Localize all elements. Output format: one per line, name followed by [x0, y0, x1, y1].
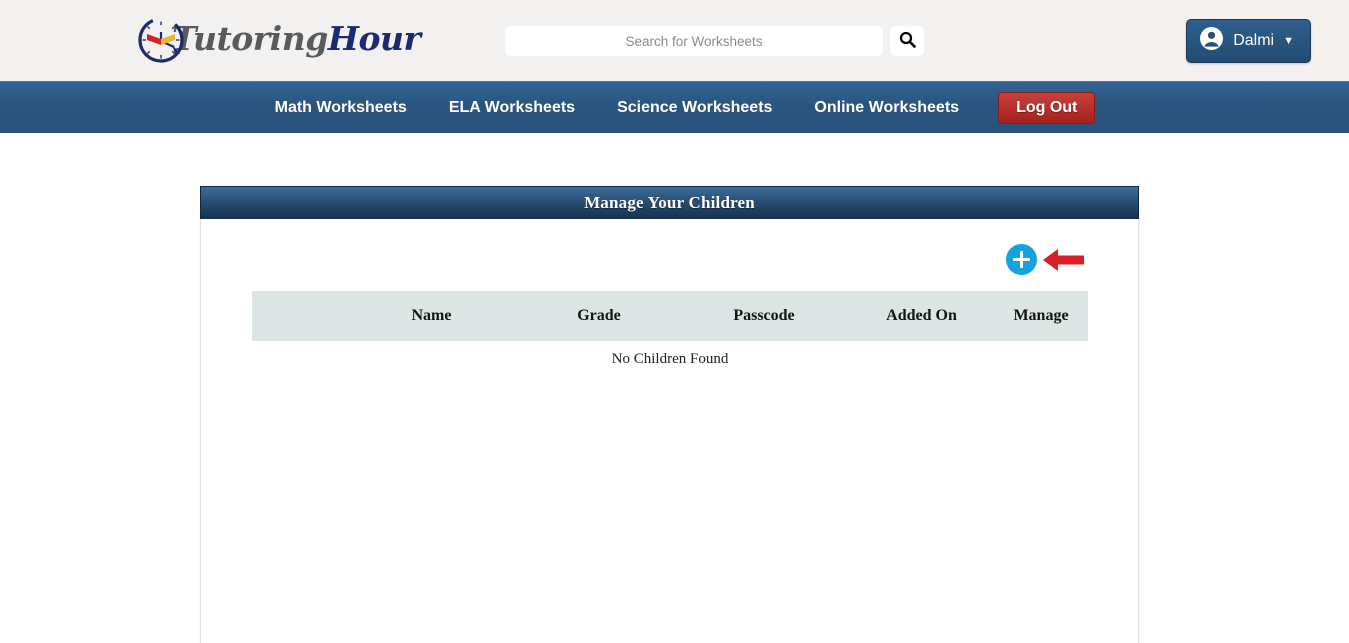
- table-header-added-on: Added On: [849, 291, 994, 341]
- table-header-grade: Grade: [519, 291, 679, 341]
- nav-item-math-worksheets[interactable]: Math Worksheets: [254, 82, 428, 134]
- account-name: Dalmi: [1233, 32, 1275, 49]
- main-navigation: Math Worksheets ELA Worksheets Science W…: [0, 81, 1349, 133]
- left-arrow-icon: [1041, 246, 1086, 274]
- nav-item-science-worksheets[interactable]: Science Worksheets: [596, 82, 793, 134]
- site-logo[interactable]: TutoringHour: [136, 12, 421, 68]
- site-header: TutoringHour Dalmi ▼: [0, 0, 1349, 81]
- logout-button[interactable]: Log Out: [998, 91, 1096, 124]
- panel-body: Name Grade Passcode Added On Manage No C…: [200, 219, 1139, 643]
- logo-text-part1: Tutoring: [172, 18, 328, 58]
- nav-item-ela-worksheets[interactable]: ELA Worksheets: [428, 82, 596, 134]
- empty-state-message: No Children Found: [611, 351, 729, 367]
- logo-text-part2: Hour: [327, 18, 421, 58]
- main-content: Manage Your Children Name Grade Passcode…: [0, 133, 1349, 643]
- table-header-manage: Manage: [994, 291, 1088, 341]
- add-child-row: [1006, 244, 1086, 275]
- nav-item-online-worksheets[interactable]: Online Worksheets: [793, 82, 980, 134]
- clock-book-logo-icon: [136, 14, 188, 66]
- table-header-name: Name: [344, 291, 519, 341]
- page-title: Manage Your Children: [584, 193, 755, 212]
- search-icon: [899, 31, 916, 51]
- search-input[interactable]: [505, 26, 883, 56]
- add-child-button[interactable]: [1006, 244, 1037, 275]
- table-header-passcode: Passcode: [679, 291, 849, 341]
- table-header-row: Name Grade Passcode Added On Manage: [252, 291, 1088, 341]
- table-header-spacer: [252, 291, 344, 341]
- panel-header: Manage Your Children: [200, 186, 1139, 219]
- children-table: Name Grade Passcode Added On Manage: [252, 291, 1088, 341]
- manage-children-panel: Manage Your Children Name Grade Passcode…: [200, 186, 1139, 643]
- logo-text: TutoringHour: [172, 18, 421, 59]
- chevron-down-icon: ▼: [1283, 34, 1294, 47]
- user-avatar-icon: [1199, 26, 1224, 56]
- account-menu-button[interactable]: Dalmi ▼: [1186, 19, 1311, 63]
- search-button[interactable]: [890, 26, 924, 56]
- search-bar: [505, 26, 924, 56]
